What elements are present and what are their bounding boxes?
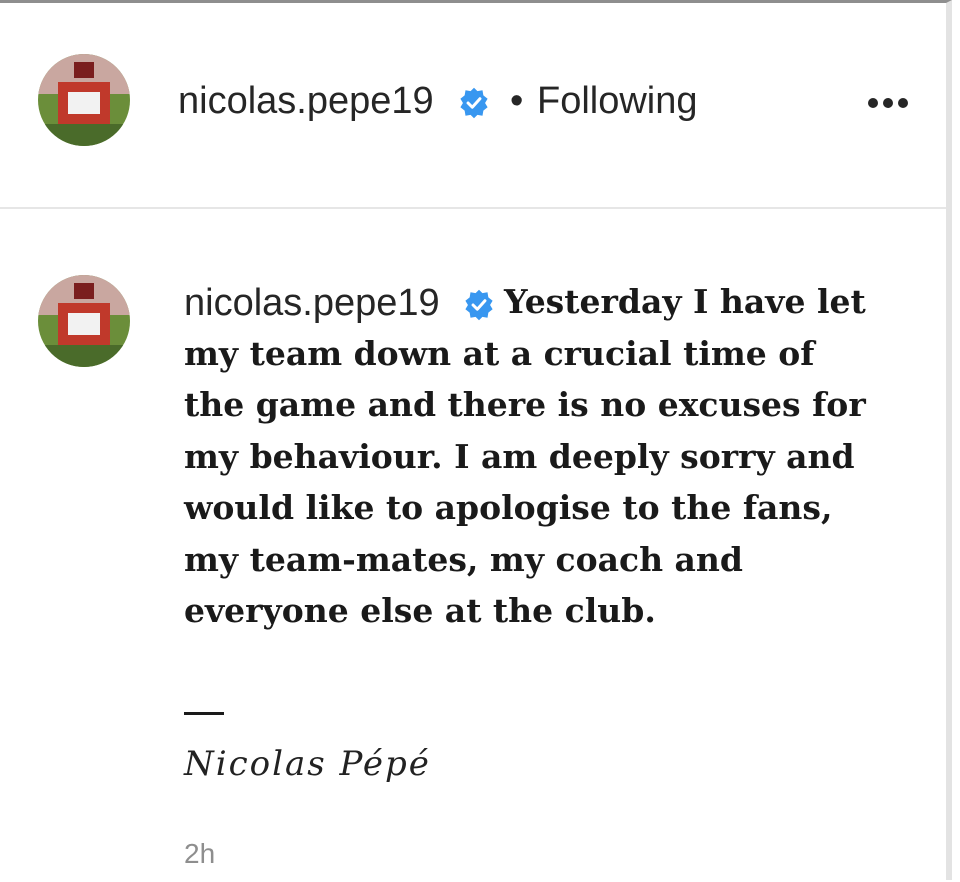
post-author-username[interactable]: nicolas.pepe19 (178, 80, 434, 123)
avatar-image (38, 275, 130, 367)
following-button[interactable]: Following (537, 80, 698, 123)
more-options-icon[interactable] (864, 92, 912, 116)
comment-avatar[interactable] (38, 275, 130, 367)
avatar-image (38, 54, 130, 146)
comment-text-block: Yesterday I have let my team down at a c… (184, 276, 884, 637)
separator-dot: • (510, 80, 524, 122)
signature: Nicolas Pépé (184, 744, 431, 784)
signature-dash (184, 712, 224, 715)
comment-timestamp[interactable]: 2h (184, 838, 215, 870)
comment-text: Yesterday I have let my team down at a c… (184, 282, 866, 630)
profile-avatar[interactable] (38, 54, 130, 146)
verified-badge-icon (460, 87, 488, 119)
